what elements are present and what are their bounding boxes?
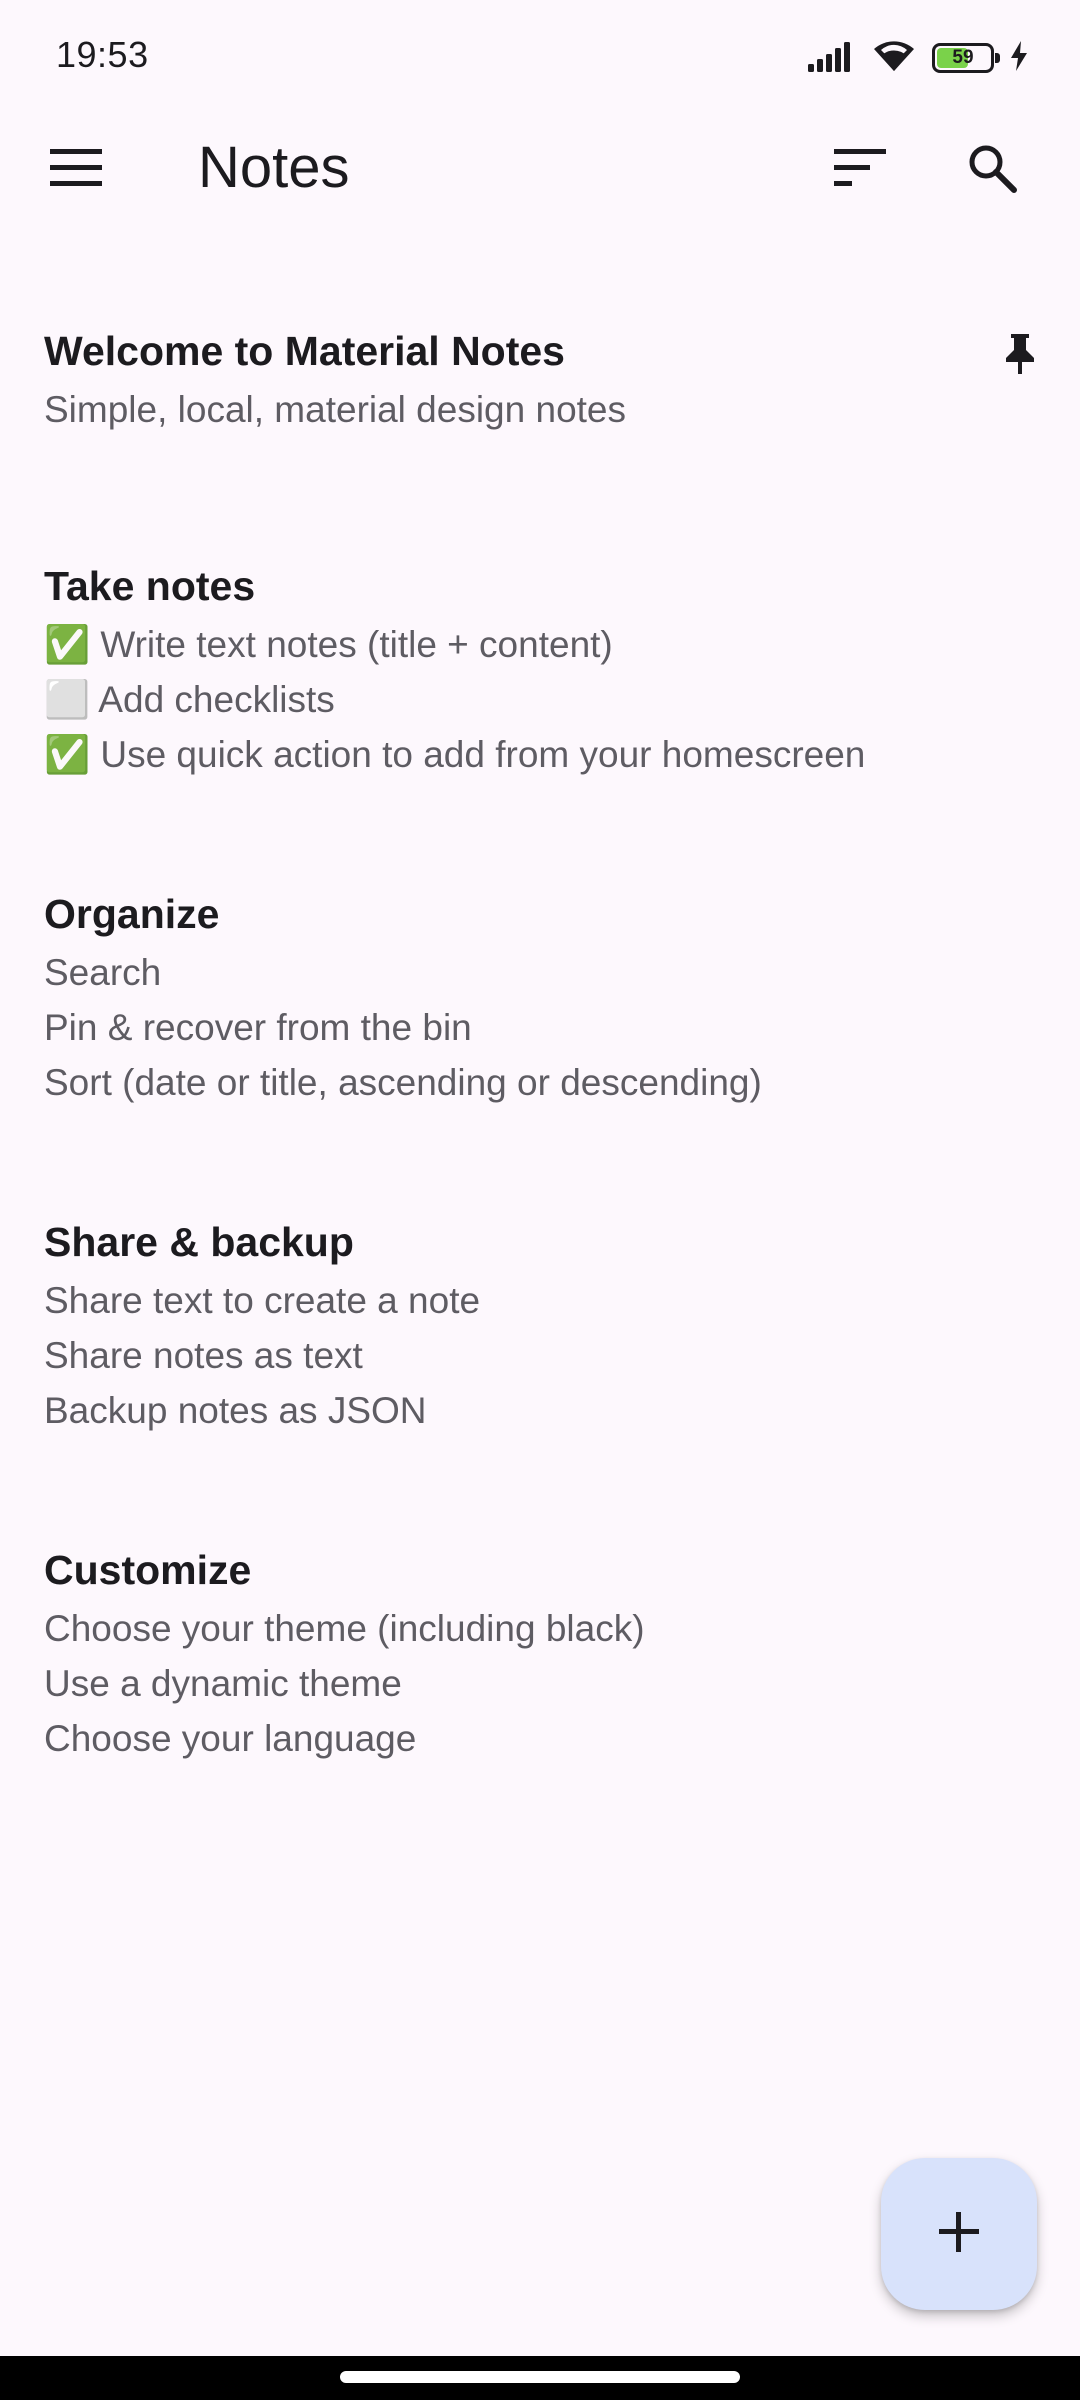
menu-icon (50, 148, 102, 192)
charging-bolt-icon (1010, 40, 1028, 76)
menu-button[interactable] (28, 122, 124, 218)
page-title: Notes (198, 135, 350, 200)
note-content: Search Pin & recover from the bin Sort (… (44, 952, 762, 1103)
pin-icon (1004, 334, 1036, 379)
sort-icon (834, 148, 886, 192)
search-button[interactable] (944, 122, 1040, 218)
note-content: Share text to create a note Share notes … (44, 1280, 481, 1431)
note-title: Share & backup (44, 1219, 354, 1265)
home-gesture-handle[interactable] (340, 2371, 740, 2383)
note-card[interactable]: Organize Search Pin & recover from the b… (0, 883, 1080, 1110)
note-card[interactable]: Welcome to Material Notes Simple, local,… (0, 320, 1080, 437)
sort-button[interactable] (812, 122, 908, 218)
top-app-bar: Notes (0, 110, 1080, 230)
status-icons: 59 (808, 36, 1028, 80)
add-note-button[interactable] (881, 2158, 1037, 2310)
note-title: Take notes (44, 563, 256, 609)
status-time: 19:53 (56, 34, 149, 75)
note-title: Organize (44, 891, 220, 937)
note-card[interactable]: Share & backup Share text to create a no… (0, 1211, 1080, 1438)
note-content: ✅ Write text notes (title + content) ⬜ A… (44, 624, 866, 775)
signal-icon (808, 40, 856, 77)
note-content: Simple, local, material design notes (44, 389, 627, 430)
note-content: Choose your theme (including black) Use … (44, 1608, 645, 1759)
system-nav-bar (0, 2356, 1080, 2400)
note-title: Customize (44, 1547, 252, 1593)
wifi-icon (872, 39, 916, 78)
battery-level-text: 59 (952, 47, 974, 68)
note-card[interactable]: Take notes ✅ Write text notes (title + c… (0, 555, 1080, 782)
status-bar: 19:53 59 (0, 0, 1080, 110)
note-card[interactable]: Customize Choose your theme (including b… (0, 1539, 1080, 1766)
plus-icon (937, 2210, 981, 2259)
notes-list: Welcome to Material Notes Simple, local,… (0, 320, 1080, 1766)
note-title: Welcome to Material Notes (44, 328, 565, 374)
search-icon (966, 142, 1018, 199)
battery-icon: 59 (932, 43, 1000, 73)
